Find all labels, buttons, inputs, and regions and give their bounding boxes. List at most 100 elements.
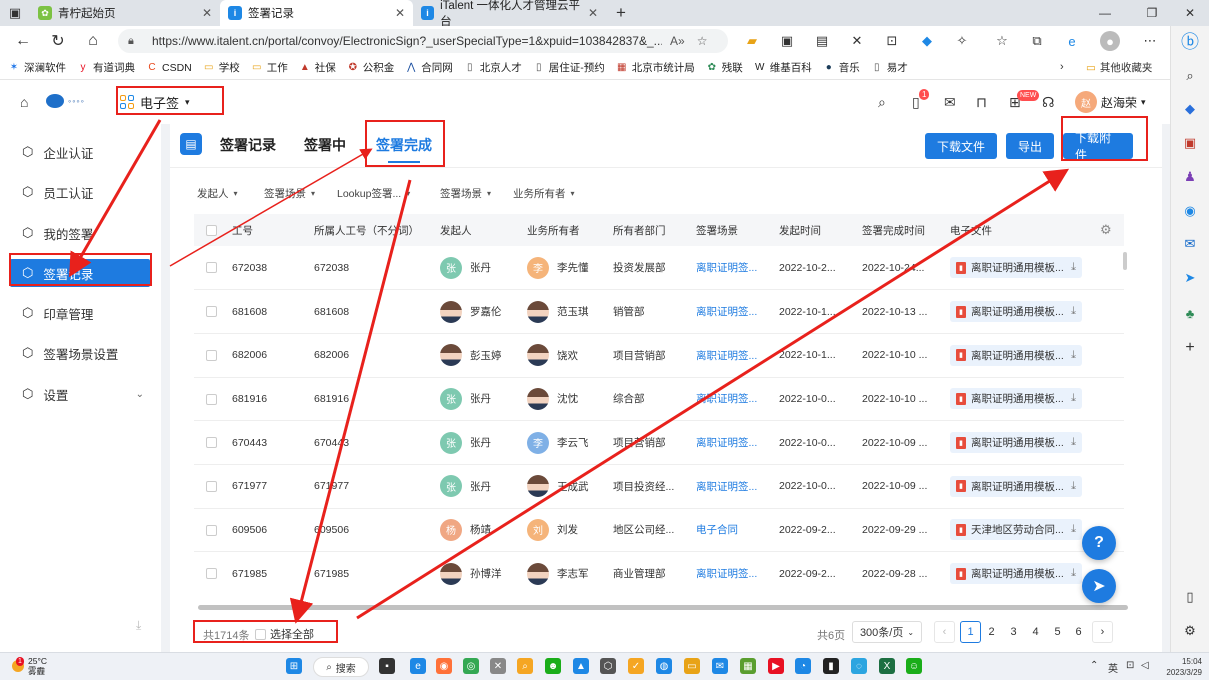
toolbox-icon[interactable]: ▣ [1180,133,1200,153]
tag-icon[interactable]: ◆ [1180,99,1200,119]
app-icon[interactable]: ◍ [656,658,672,674]
extension-icon[interactable]: ▣ [777,31,797,51]
screenshot-icon[interactable]: ⊡ [882,31,902,51]
browser-tab-italent[interactable]: i iTalent 一体化人才管理云平台 ✕ [413,0,606,28]
home-icon[interactable]: ⌂ [20,94,28,110]
table-row[interactable]: 672038 672038 张张丹李李先懂 投资发展部 离职证明签... 2022-10-… [194,246,1124,291]
sidebar-item-settings[interactable]: ⬡ 设置 ⌄ [10,380,150,408]
page-4[interactable]: 4 [1025,621,1046,643]
scene-link[interactable]: 离职证明签... [690,377,773,422]
table-row[interactable]: 671977 671977 张张丹 王成武 项目投资经... 离职证明签... 2022-1… [194,464,1124,509]
extension-icon[interactable]: ◆ [917,31,937,51]
extension-icon[interactable]: ▤ [812,31,832,51]
download-icon[interactable]: ⤓ [1071,480,1076,493]
column-header[interactable]: 所属人工号（不分词） [308,214,434,246]
tab-actions-icon[interactable]: ▣ [0,0,30,26]
file-chip[interactable]: ▮ 离职证明通用模板... ⤓ [950,563,1082,585]
extensions-icon[interactable]: ✧ [952,31,972,51]
office-icon[interactable]: ◉ [1180,201,1200,221]
ime-indicator[interactable]: 英 [1108,660,1118,675]
bookmark-item[interactable]: ▯ 易才 [871,60,908,75]
download-file-button[interactable]: 下载文件 [925,133,997,159]
column-header[interactable]: 所有者部门 [607,214,690,246]
refresh-icon[interactable]: ↻ [41,26,75,56]
column-header[interactable]: 工号 [226,214,308,246]
page-3[interactable]: 3 [1003,621,1024,643]
column-header[interactable]: 签署完成时间 [856,214,944,246]
sidebar-item-scene-settings[interactable]: ⬡ 签署场景设置 [10,339,150,367]
file-chip[interactable]: ▮ 离职证明通用模板... ⤓ [950,432,1082,454]
app-icon[interactable]: ▶ [768,658,784,674]
table-row[interactable]: 681916 681916 张张丹 沈忱 综合部 离职证明签... 2022-10-0...… [194,377,1124,422]
bookmark-item[interactable]: ▭ 学校 [203,60,240,75]
next-page-button[interactable]: › [1092,621,1113,643]
filter-business-owner[interactable]: 业务所有者 ▾ [513,186,575,201]
chrome-icon[interactable]: ◎ [463,658,479,674]
send-icon[interactable]: ➤ [1082,569,1116,603]
settings-icon[interactable]: ⚙ [1180,621,1200,641]
explorer-icon[interactable]: ▭ [684,658,700,674]
new-tab-icon[interactable]: + [606,0,636,26]
sidebar-item-enterprise-auth[interactable]: ⬡ 企业认证 [10,138,150,166]
app-icon[interactable]: ▦ [740,658,756,674]
favorites-icon[interactable]: ☆ [992,31,1012,51]
row-checkbox[interactable] [194,289,226,334]
volume-icon[interactable]: ◁ [1141,660,1149,671]
bag-icon[interactable]: ⊓ [976,94,987,111]
download-icon[interactable]: ⤓ [1071,305,1076,318]
collections-icon[interactable]: ⧉ [1027,31,1047,51]
restore-icon[interactable]: ❐ [1132,0,1172,26]
scene-link[interactable]: 离职证明签... [690,333,773,378]
search-icon[interactable]: ⌕ [1180,66,1200,86]
network-icon[interactable]: ⊡ [1126,660,1134,671]
back-icon[interactable]: ← [6,26,40,56]
download-icon[interactable]: ⤓ [1071,523,1076,536]
qq-icon[interactable]: ☻ [545,658,561,674]
search-tool-icon[interactable]: ⌕ [517,658,533,674]
file-chip[interactable]: ▮ 离职证明通用模板... ⤓ [950,344,1082,366]
bookmark-item[interactable]: y 有道词典 [77,60,136,75]
weather-widget[interactable]: 1 25°C 雾霾 [12,656,47,676]
download-icon[interactable]: ⤓ [1071,349,1076,362]
download-icon[interactable]: ⤓ [1071,392,1076,405]
read-aloud-icon[interactable]: A» [670,34,685,48]
select-all-checkbox[interactable] [194,214,226,246]
mail-icon[interactable]: ✉ [712,658,728,674]
more-icon[interactable]: ⋯ [1140,31,1160,51]
scene-link[interactable]: 离职证明签... [690,246,773,291]
horizontal-scrollbar[interactable] [198,605,1128,610]
bookmark-item[interactable]: C CSDN [146,62,191,74]
home-icon[interactable]: ⌂ [76,26,110,56]
column-header[interactable]: 签署场景 [690,214,773,246]
browser-tab-sign-records[interactable]: i 签署记录 ✕ [220,0,413,26]
taskbar-search[interactable]: ⌕ 搜索 [313,657,369,677]
browser-tab-start[interactable]: ✿ 青柠起始页 ✕ [30,0,220,26]
row-checkbox[interactable] [194,420,226,465]
column-header[interactable]: 发起人 [434,214,521,246]
edge-icon[interactable]: e [410,658,426,674]
page-6[interactable]: 6 [1068,621,1089,643]
file-chip[interactable]: ▮ 离职证明通用模板... ⤓ [950,301,1082,323]
close-window-icon[interactable]: ✕ [1170,0,1209,26]
scene-link[interactable]: 离职证明签... [690,551,773,594]
clock[interactable]: 15:04 2023/3/29 [1166,656,1202,678]
app-icon[interactable]: ✕ [490,658,506,674]
table-row[interactable]: 609506 609506 杨杨靖刘刘发 地区公司经... 电子合同 2022-09-2.… [194,508,1124,553]
sidebar-toggle-icon[interactable]: ▯ [1180,587,1200,607]
firefox-icon[interactable]: ◉ [436,658,452,674]
close-icon[interactable]: ✕ [395,6,405,20]
column-header[interactable]: 发起时间 [773,214,856,246]
file-chip[interactable]: ▮ 离职证明通用模板... ⤓ [950,388,1082,410]
profile-icon[interactable]: ● [1100,31,1120,51]
scene-link[interactable]: 电子合同 [690,508,773,553]
page-size-select[interactable]: 300条/页 ⌄ [852,621,922,643]
page-1[interactable]: 1 [960,621,981,643]
bookmark-item[interactable]: ▯ 居住证-预约 [533,60,605,75]
column-settings-icon[interactable]: ⚙ [1100,222,1112,238]
app-icon[interactable]: ⬡ [600,658,616,674]
favorite-icon[interactable]: ☆ [697,34,708,48]
sidebar-item-employee-auth[interactable]: ⬡ 员工认证 [10,178,150,206]
send-icon[interactable]: ➤ [1180,268,1200,288]
bookmark-item[interactable]: ✶ 深澜软件 [8,60,66,75]
file-chip[interactable]: ▮ 天津地区劳动合同... ⤓ [950,519,1082,541]
